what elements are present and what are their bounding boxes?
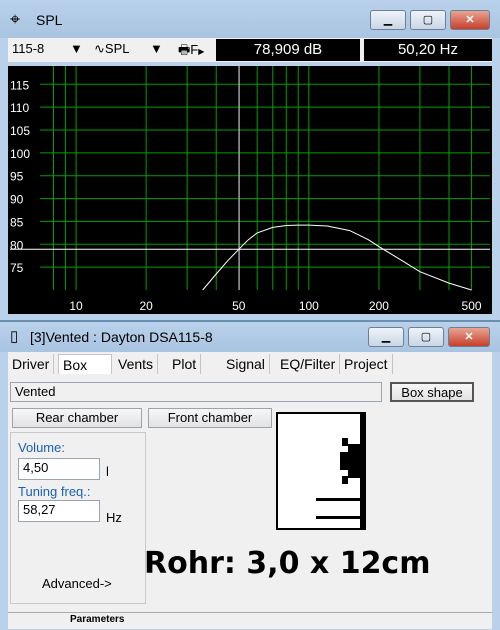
spl-curve: [202, 224, 472, 291]
status-bar: Parameters: [8, 612, 492, 629]
db-readout: 78,909 dB: [216, 39, 360, 61]
driver-select[interactable]: 115-8 ▼: [12, 41, 88, 56]
speaker-icon: [316, 414, 364, 528]
spl-chart: 115 110 105 100 95 90 85 80 75 10 20 50 100 200 500: [10, 66, 490, 313]
x-tick-label: 20: [139, 299, 153, 313]
box-diagram: [276, 412, 366, 530]
x-tick-label: 200: [369, 299, 389, 313]
y-tick-label: 85: [10, 215, 24, 229]
tab-vents[interactable]: Vents: [114, 354, 159, 374]
tab-signal[interactable]: Signal: [222, 354, 270, 374]
volume-input[interactable]: 4,50: [18, 458, 100, 480]
minimize-button[interactable]: ▁: [368, 327, 404, 347]
vent-annotation: Rohr: 3,0 x 12cm: [144, 546, 431, 581]
tab-project[interactable]: Project: [340, 354, 393, 374]
vented-window-title: [3]Vented : Dayton DSA115-8: [30, 329, 213, 345]
volume-label: Volume:: [18, 440, 65, 455]
spl-toolbar: 115-8 ▼ ∿SPL ▼ 🖶F▶ 78,909 dB 50,20 Hz: [8, 38, 492, 62]
y-tick-label: 115: [10, 78, 29, 92]
y-tick-label: 95: [10, 170, 24, 184]
status-parameters: Parameters: [70, 614, 125, 625]
close-button[interactable]: ✕: [448, 327, 490, 347]
tab-bar: Driver Box Vents Plot Signal EQ/Filter P…: [8, 352, 492, 375]
spl-plot[interactable]: 115 110 105 100 95 90 85 80 75 10 20 50 100 200 500: [8, 66, 492, 314]
y-tick-label: 90: [10, 193, 24, 207]
y-tick-label: 80: [10, 238, 24, 252]
driver-select-value: 115-8: [12, 41, 45, 56]
print-button[interactable]: 🖶F▶: [178, 41, 214, 63]
spl-titlebar[interactable]: ⌖ SPL ▁ ▢ ✕: [0, 0, 500, 38]
mode-select[interactable]: ∿SPL ▼: [94, 41, 170, 57]
y-tick-label: 100: [10, 147, 30, 161]
printer-icon: 🖶: [178, 42, 191, 57]
box-panel: Vented Box shape Rear chamber Front cham…: [8, 374, 492, 622]
close-button[interactable]: ✕: [450, 10, 490, 30]
tab-driver[interactable]: Driver: [8, 354, 55, 374]
spl-window: ⌖ SPL ▁ ▢ ✕ 115-8 ▼ ∿SPL ▼ 🖶F▶ 78,909 dB…: [0, 0, 500, 320]
box-shape-button[interactable]: Box shape: [390, 382, 474, 402]
tab-plot[interactable]: Plot: [168, 354, 202, 374]
wave-icon: ∿: [94, 41, 105, 56]
vented-window: ▯ [3]Vented : Dayton DSA115-8 ▁ ▢ ✕ Driv…: [0, 322, 500, 630]
vented-titlebar[interactable]: ▯ [3]Vented : Dayton DSA115-8 ▁ ▢ ✕: [0, 322, 500, 352]
chevron-right-icon: ▶: [198, 47, 205, 56]
y-tick-label: 75: [10, 261, 24, 275]
tuning-input[interactable]: 58,27: [18, 500, 100, 522]
chevron-down-icon: ▼: [70, 41, 83, 56]
tab-eq-filter[interactable]: EQ/Filter: [276, 354, 341, 374]
advanced-link[interactable]: Advanced->: [42, 576, 112, 591]
tab-box[interactable]: Box: [58, 354, 112, 375]
maximize-button[interactable]: ▢: [410, 10, 446, 30]
hz-readout: 50,20 Hz: [364, 39, 492, 61]
box-type-field[interactable]: Vented: [10, 382, 382, 402]
crosshair-icon: ⌖: [10, 9, 21, 29]
tuning-label: Tuning freq.:: [18, 484, 91, 499]
door-icon: ▯: [10, 328, 19, 345]
y-tick-label: 110: [10, 101, 29, 115]
spl-window-title: SPL: [36, 12, 63, 28]
front-chamber-button[interactable]: Front chamber: [148, 408, 272, 428]
volume-unit: l: [106, 464, 109, 479]
maximize-button[interactable]: ▢: [408, 327, 444, 347]
y-tick-label: 105: [10, 124, 30, 138]
x-tick-label: 100: [299, 299, 319, 313]
minimize-button[interactable]: ▁: [370, 10, 406, 30]
x-tick-label: 50: [232, 299, 246, 313]
chevron-down-icon: ▼: [150, 41, 163, 56]
x-tick-label: 10: [69, 299, 83, 313]
mode-select-value: SPL: [104, 41, 130, 56]
x-tick-label: 500: [462, 299, 482, 313]
rear-chamber-button[interactable]: Rear chamber: [12, 408, 142, 428]
tuning-unit: Hz: [106, 510, 122, 525]
